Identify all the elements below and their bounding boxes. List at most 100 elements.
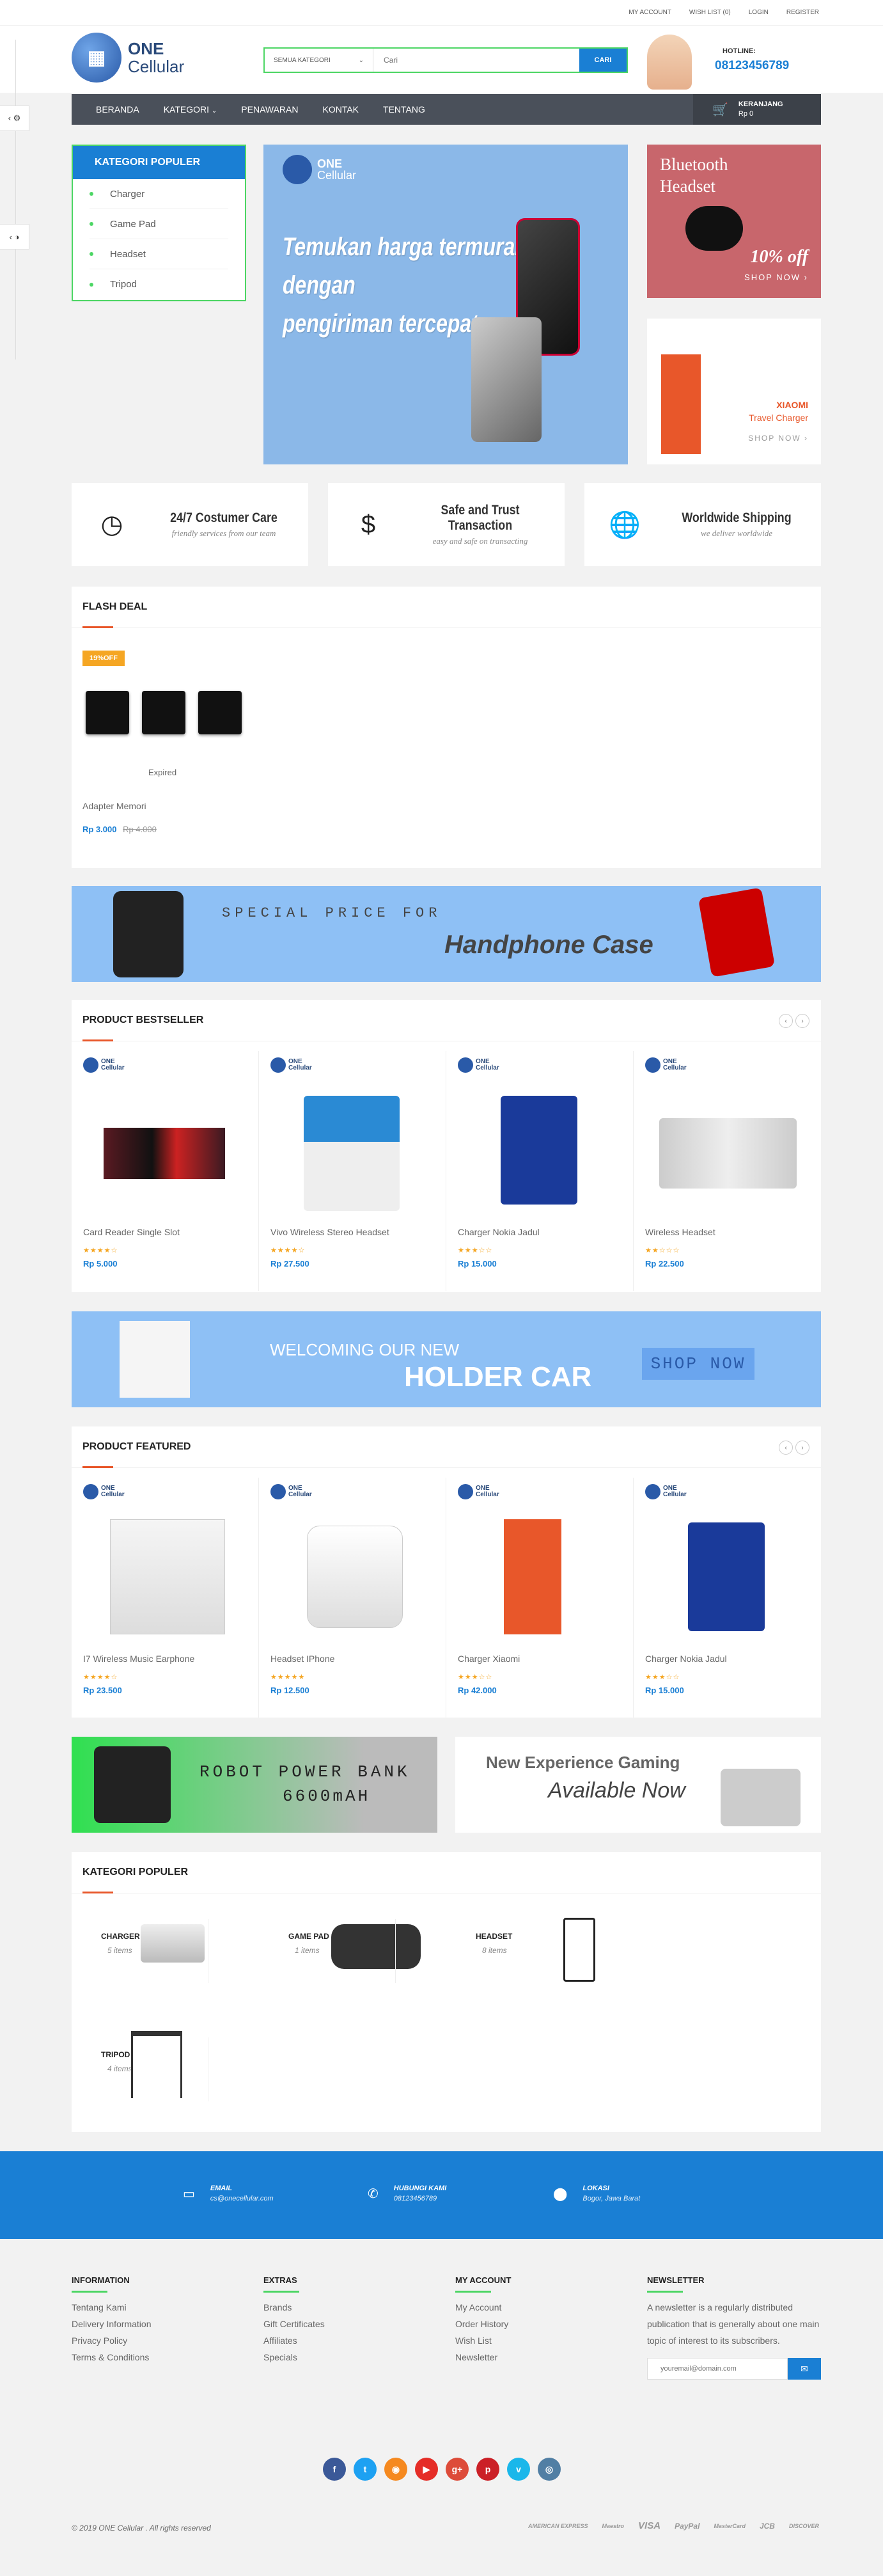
maestro-icon: Maestro	[602, 2522, 625, 2529]
sidebar-item-label: Game Pad	[110, 218, 156, 230]
hero-banner[interactable]: ONE Cellular Temukan harga termurah denga…	[263, 145, 628, 464]
rss-icon[interactable]: ◉	[384, 2458, 407, 2481]
product-name[interactable]: Charger Nokia Jadul	[458, 1227, 540, 1237]
side-divider	[15, 40, 16, 360]
product-card[interactable]: ONE Cellular Wireless Headset ★★☆☆☆ Rp 22…	[634, 1051, 821, 1291]
chevron-right-icon: ›	[804, 273, 808, 282]
category-card[interactable]: CHARGER 5 items	[83, 1906, 275, 1989]
footer-account: MY ACCOUNT My Account Order History Wish…	[455, 2275, 621, 2366]
earphone-image	[563, 1918, 595, 1982]
promo-line2: Available Now	[548, 1778, 685, 1803]
sidebar-item-headset[interactable]: Headset	[90, 239, 228, 269]
product-price: Rp 15.000	[458, 1259, 497, 1268]
nav-kategori[interactable]: KATEGORI ⌄	[164, 104, 217, 115]
register-link[interactable]: REGISTER	[786, 9, 819, 16]
shop-now-button[interactable]: SHOP NOW	[642, 1348, 754, 1380]
pinterest-icon[interactable]: p	[476, 2458, 499, 2481]
search-button[interactable]: CARI	[579, 49, 627, 72]
footer-link[interactable]: Tentang Kami	[72, 2299, 238, 2316]
product-name[interactable]: Vivo Wireless Stereo Headset	[270, 1227, 389, 1237]
product-card[interactable]: ONE Cellular Charger Xiaomi ★★★☆☆ Rp 42.0…	[446, 1478, 634, 1718]
prev-arrow-icon[interactable]: ‹	[779, 1441, 793, 1455]
sidebar-item-tripod[interactable]: Tripod	[90, 269, 228, 299]
category-select[interactable]: SEMUA KATEGORI ⌄	[265, 49, 373, 72]
product-card[interactable]: ONE Cellular Vivo Wireless Stereo Headset…	[259, 1051, 446, 1291]
footer-link[interactable]: Delivery Information	[72, 2316, 238, 2332]
nav-kontak[interactable]: KONTAK	[322, 104, 359, 115]
instagram-icon[interactable]: ◎	[538, 2458, 561, 2481]
wish-list-link[interactable]: WISH LIST (0)	[689, 9, 731, 16]
category-card[interactable]: HEADSET 8 items	[458, 1906, 650, 1989]
footer-link[interactable]: Wish List	[455, 2332, 621, 2349]
nav-penawaran[interactable]: PENAWARAN	[241, 104, 298, 115]
product-name[interactable]: Charger Nokia Jadul	[645, 1654, 727, 1664]
cart-button[interactable]: 🛒 KERANJANG Rp 0	[693, 94, 821, 125]
theme-toggle-button[interactable]: ‹ ◑	[0, 224, 29, 249]
rating-stars: ★★★★☆	[83, 1247, 118, 1254]
newsletter-submit-button[interactable]: ✉	[788, 2358, 821, 2380]
next-arrow-icon[interactable]: ›	[795, 1014, 809, 1028]
gaming-promo[interactable]: New Experience Gaming Available Now	[455, 1737, 821, 1833]
category-card[interactable]: TRIPOD 4 items	[83, 2025, 275, 2108]
footer-link[interactable]: Terms & Conditions	[72, 2349, 238, 2366]
bullet-icon	[90, 192, 93, 196]
product-card[interactable]: ONE Cellular Headset IPhone ★★★★★ Rp 12.5…	[259, 1478, 446, 1718]
holder-car-promo[interactable]: WELCOMING OUR NEW HOLDER CAR SHOP NOW	[72, 1311, 821, 1407]
footer-link[interactable]: Specials	[263, 2349, 430, 2366]
promo-line2: HOLDER CAR	[404, 1361, 592, 1393]
search-input[interactable]	[373, 49, 579, 72]
sidebar-item-charger[interactable]: Charger	[90, 179, 228, 209]
product-card[interactable]: ONE Cellular Card Reader Single Slot ★★★★…	[72, 1051, 259, 1291]
product-name[interactable]: Charger Xiaomi	[458, 1654, 520, 1664]
footer-link[interactable]: Order History	[455, 2316, 621, 2332]
newsletter-email-input[interactable]	[647, 2358, 788, 2380]
product-card[interactable]: ONE Cellular I7 Wireless Music Earphone ★…	[72, 1478, 259, 1718]
prev-arrow-icon[interactable]: ‹	[779, 1014, 793, 1028]
logo[interactable]: ▦ ONE Cellular	[72, 32, 190, 83]
youtube-icon[interactable]: ▶	[415, 2458, 438, 2481]
next-arrow-icon[interactable]: ›	[795, 1441, 809, 1455]
category-card[interactable]: GAME PAD 1 items	[270, 1906, 462, 1989]
footer-heading: EXTRAS	[263, 2275, 430, 2293]
product-name[interactable]: Adapter Memori	[82, 801, 146, 811]
product-name[interactable]: Card Reader Single Slot	[83, 1227, 180, 1237]
memory-card-image	[142, 691, 185, 734]
hotline-number[interactable]: 08123456789	[715, 59, 789, 73]
vimeo-icon[interactable]: v	[507, 2458, 530, 2481]
powerbank-image	[94, 1746, 171, 1823]
banner-title-line2: Headset	[660, 177, 715, 196]
login-link[interactable]: LOGIN	[749, 9, 769, 16]
contact-phone[interactable]: ✆ HUBUNGI KAMI 08123456789	[368, 2185, 446, 2202]
nav-beranda[interactable]: BERANDA	[96, 104, 139, 115]
contact-email[interactable]: ▭ EMAIL cs@onecellular.com	[183, 2185, 274, 2202]
product-card[interactable]: ONE Cellular Charger Nokia Jadul ★★★☆☆ Rp…	[634, 1478, 821, 1718]
xiaomi-charger-banner[interactable]: XIAOMI Travel Charger SHOP NOW ›	[647, 319, 821, 464]
shop-now-link[interactable]: SHOP NOW ›	[744, 273, 808, 282]
footer-link[interactable]: Newsletter	[455, 2349, 621, 2366]
footer-link[interactable]: Brands	[263, 2299, 430, 2316]
sidebar-item-gamepad[interactable]: Game Pad	[90, 209, 228, 239]
twitter-icon[interactable]: t	[354, 2458, 377, 2481]
footer-link[interactable]: My Account	[455, 2299, 621, 2316]
bluetooth-headset-banner[interactable]: Bluetooth Headset 10% off SHOP NOW ›	[647, 145, 821, 298]
footer-link[interactable]: Gift Certificates	[263, 2316, 430, 2332]
contact-location[interactable]: ⬤ LOKASI Bogor, Jawa Barat	[553, 2185, 640, 2202]
footer-link[interactable]: Affiliates	[263, 2332, 430, 2349]
footer-link[interactable]: Privacy Policy	[72, 2332, 238, 2349]
google-plus-icon[interactable]: g+	[446, 2458, 469, 2481]
my-account-link[interactable]: MY ACCOUNT	[629, 9, 671, 16]
jcb-icon: JCB	[759, 2521, 775, 2531]
memory-card-image	[86, 691, 129, 734]
product-card[interactable]: ONE Cellular Charger Nokia Jadul ★★★☆☆ Rp…	[446, 1051, 634, 1291]
product-name[interactable]: I7 Wireless Music Earphone	[83, 1654, 194, 1664]
product-image[interactable]	[86, 691, 242, 734]
nav-tentang[interactable]: TENTANG	[383, 104, 425, 115]
settings-toggle-button[interactable]: ‹ ⚙	[0, 106, 29, 131]
handphone-case-promo[interactable]: SPECIAL PRICE FOR Handphone Case	[72, 886, 821, 982]
rating-stars: ★★★★★	[270, 1673, 306, 1681]
product-name[interactable]: Headset IPhone	[270, 1654, 334, 1664]
product-name[interactable]: Wireless Headset	[645, 1227, 715, 1237]
power-bank-promo[interactable]: ROBOT POWER BANK 6600mAH	[72, 1737, 437, 1833]
shop-now-link[interactable]: SHOP NOW ›	[748, 434, 808, 443]
facebook-icon[interactable]: f	[323, 2458, 346, 2481]
